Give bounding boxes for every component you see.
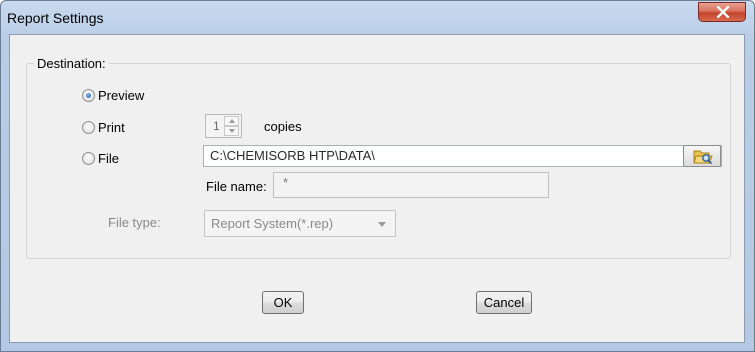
browse-button[interactable] <box>683 145 721 167</box>
title-bar: Report Settings <box>1 1 754 34</box>
file-name-label: File name: <box>206 179 267 194</box>
copies-value[interactable]: 1 <box>213 119 220 133</box>
print-radio[interactable] <box>82 121 95 134</box>
file-name-field[interactable] <box>273 172 549 198</box>
file-name-value[interactable]: * <box>283 175 288 190</box>
copies-label: copies <box>264 119 302 134</box>
spin-down-icon[interactable] <box>224 126 239 136</box>
preview-label[interactable]: Preview <box>98 88 144 103</box>
window-title: Report Settings <box>7 10 104 26</box>
file-radio[interactable] <box>82 152 95 165</box>
spin-up-icon[interactable] <box>224 116 239 126</box>
file-type-value[interactable]: Report System(*.rep) <box>211 216 333 231</box>
file-path-value[interactable]: C:\CHEMISORB HTP\DATA\ <box>210 148 375 163</box>
file-type-label: File type: <box>108 215 161 230</box>
destination-group-label: Destination: <box>34 56 109 71</box>
cancel-button[interactable]: Cancel <box>476 291 532 314</box>
open-folder-icon <box>693 150 713 164</box>
close-button[interactable] <box>698 2 746 22</box>
chevron-down-icon[interactable] <box>378 222 386 227</box>
preview-radio[interactable] <box>82 89 95 102</box>
ok-button[interactable]: OK <box>262 291 304 314</box>
close-icon <box>716 6 730 18</box>
print-label[interactable]: Print <box>98 120 125 135</box>
file-label[interactable]: File <box>98 151 119 166</box>
